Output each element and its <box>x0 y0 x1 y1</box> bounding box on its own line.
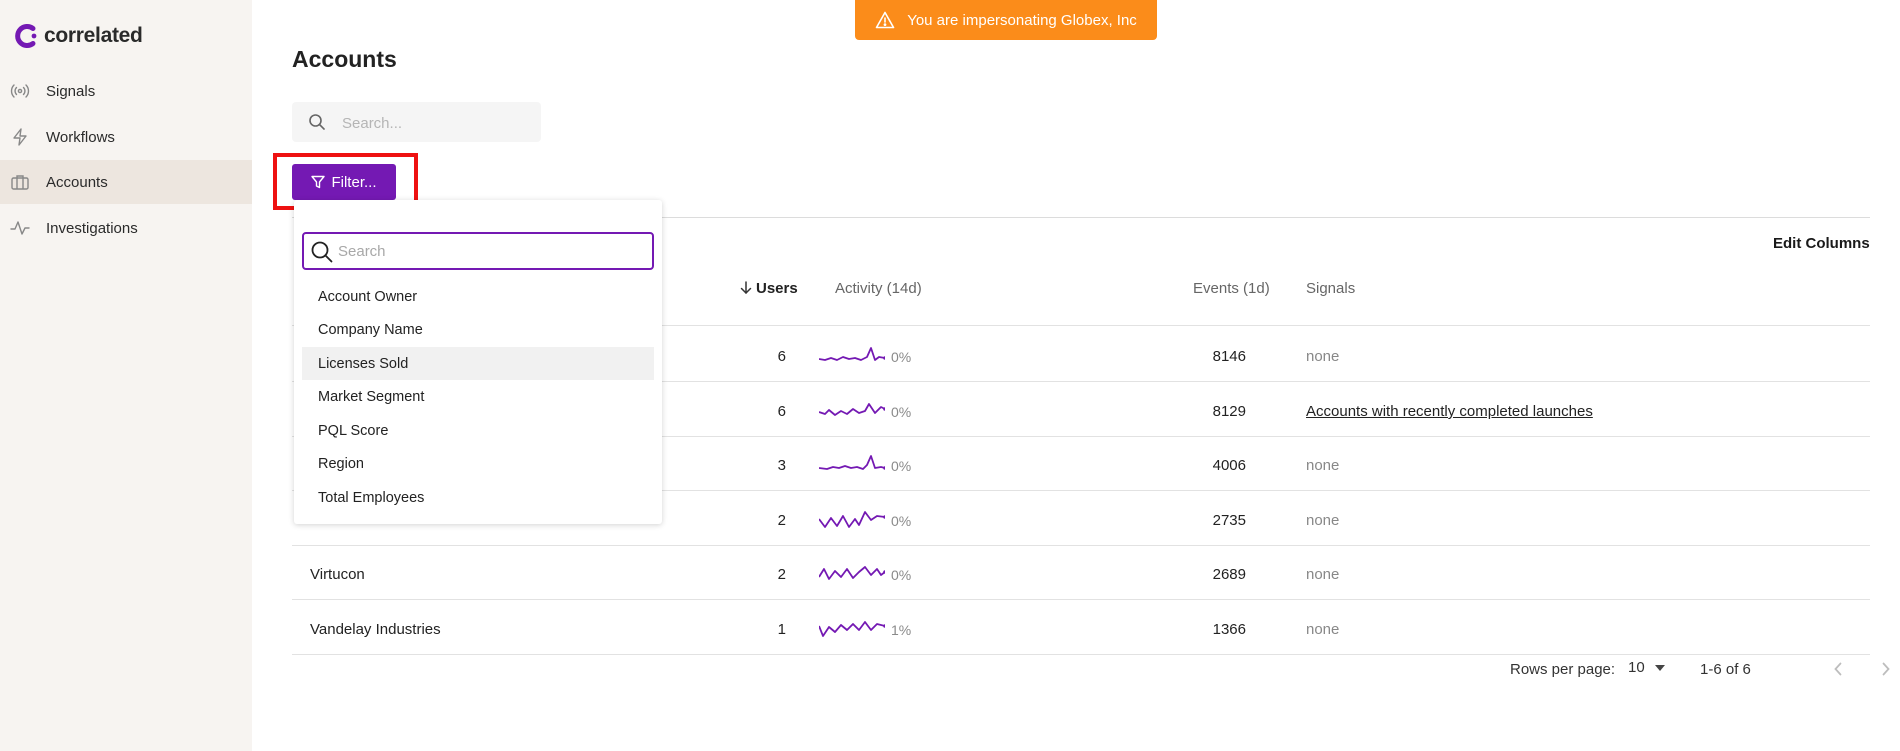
activity-sparkline <box>819 566 885 580</box>
signal-icon <box>10 81 30 101</box>
filter-button-label: Filter... <box>331 173 377 191</box>
rows-per-page-select[interactable]: 10 <box>1628 659 1665 676</box>
sidebar: correlated Signals Workflows Accounts In… <box>0 0 252 751</box>
activity-percent: 1% <box>891 622 912 638</box>
next-page-button[interactable] <box>1874 657 1898 681</box>
search-input[interactable] <box>342 112 522 134</box>
events-count: 8146 <box>1212 348 1246 365</box>
search-icon <box>309 114 325 130</box>
logo-mark-icon <box>15 24 37 48</box>
activity-percent: 0% <box>891 458 912 474</box>
signals-value: none <box>1306 566 1340 583</box>
search-icon <box>311 241 333 263</box>
sidebar-item-label: Workflows <box>46 128 115 146</box>
events-count: 1366 <box>1212 621 1246 638</box>
users-count: 6 <box>777 403 786 420</box>
chevron-right-icon <box>1882 662 1890 676</box>
activity-sparkline <box>819 455 885 470</box>
warning-icon <box>875 11 895 29</box>
events-count: 8129 <box>1212 403 1246 420</box>
rows-per-page-label: Rows per page: <box>1510 661 1616 678</box>
events-count: 4006 <box>1212 457 1246 474</box>
sidebar-item-label: Investigations <box>46 219 138 237</box>
sidebar-item-signals[interactable]: Signals <box>0 69 252 113</box>
bolt-icon <box>10 127 30 147</box>
users-count: 3 <box>777 457 786 474</box>
filter-option[interactable]: Company Name <box>302 314 654 347</box>
column-header-activity[interactable]: Activity (14d) <box>835 280 922 297</box>
signal-link[interactable]: Accounts with recently completed launche… <box>1306 403 1593 420</box>
activity-sparkline <box>819 511 885 528</box>
column-header-label: Users <box>756 280 798 297</box>
page-title: Accounts <box>292 46 397 72</box>
activity-sparkline <box>819 347 885 361</box>
sidebar-item-label: Signals <box>46 82 96 100</box>
activity-sparkline <box>819 403 885 416</box>
chevron-left-icon <box>1834 662 1842 676</box>
users-count: 1 <box>777 621 786 638</box>
sidebar-item-accounts[interactable]: Accounts <box>0 160 252 204</box>
filter-option[interactable]: Licenses Sold <box>302 347 654 380</box>
activity-percent: 0% <box>891 404 912 420</box>
column-header-events[interactable]: Events (1d) <box>1193 280 1270 297</box>
sidebar-item-workflows[interactable]: Workflows <box>0 115 252 159</box>
row-divider <box>292 599 1870 600</box>
pulse-icon <box>10 218 30 238</box>
signals-value: none <box>1306 512 1340 529</box>
row-divider <box>292 654 1870 655</box>
account-name[interactable]: Vandelay Industries <box>310 621 441 638</box>
caret-down-icon <box>1654 664 1665 671</box>
filter-search[interactable] <box>302 232 654 270</box>
briefcase-icon <box>10 172 30 192</box>
filter-option[interactable]: Total Employees <box>302 481 654 514</box>
signals-value: none <box>1306 621 1340 638</box>
activity-percent: 0% <box>891 349 912 365</box>
edit-columns-button[interactable]: Edit Columns <box>1773 235 1870 252</box>
signals-value: none <box>1306 457 1340 474</box>
filter-option[interactable]: Account Owner <box>302 280 654 313</box>
filter-search-input[interactable] <box>338 241 638 261</box>
signals-value: none <box>1306 348 1340 365</box>
activity-percent: 0% <box>891 567 912 583</box>
activity-percent: 0% <box>891 513 912 529</box>
filter-dropdown: Account OwnerCompany NameLicenses SoldMa… <box>294 200 662 524</box>
users-count: 2 <box>777 566 786 583</box>
column-header-signals[interactable]: Signals <box>1306 280 1355 297</box>
filter-button[interactable]: Filter... <box>292 164 396 200</box>
arrow-down-icon <box>740 281 752 294</box>
events-count: 2735 <box>1212 512 1246 529</box>
impersonation-banner: You are impersonating Globex, Inc <box>855 0 1157 40</box>
filter-option[interactable]: Market Segment <box>302 381 654 414</box>
users-count: 2 <box>777 512 786 529</box>
column-header-users[interactable]: Users <box>740 280 798 297</box>
filter-icon <box>311 175 326 189</box>
row-divider <box>292 545 1870 546</box>
previous-page-button[interactable] <box>1826 657 1850 681</box>
activity-sparkline <box>819 621 885 637</box>
pagination-range: 1-6 of 6 <box>1700 661 1751 678</box>
filter-option[interactable]: PQL Score <box>302 414 654 447</box>
sidebar-item-investigations[interactable]: Investigations <box>0 206 252 250</box>
users-count: 6 <box>777 348 786 365</box>
sidebar-item-label: Accounts <box>46 173 108 191</box>
accounts-search[interactable] <box>292 102 541 142</box>
brand-logo[interactable]: correlated <box>14 22 143 50</box>
banner-text: You are impersonating Globex, Inc <box>907 11 1137 29</box>
rows-per-page-value: 10 <box>1628 659 1645 676</box>
events-count: 2689 <box>1212 566 1246 583</box>
account-name[interactable]: Virtucon <box>310 566 365 583</box>
filter-option[interactable]: Region <box>302 448 654 481</box>
brand-name: correlated <box>44 24 143 47</box>
